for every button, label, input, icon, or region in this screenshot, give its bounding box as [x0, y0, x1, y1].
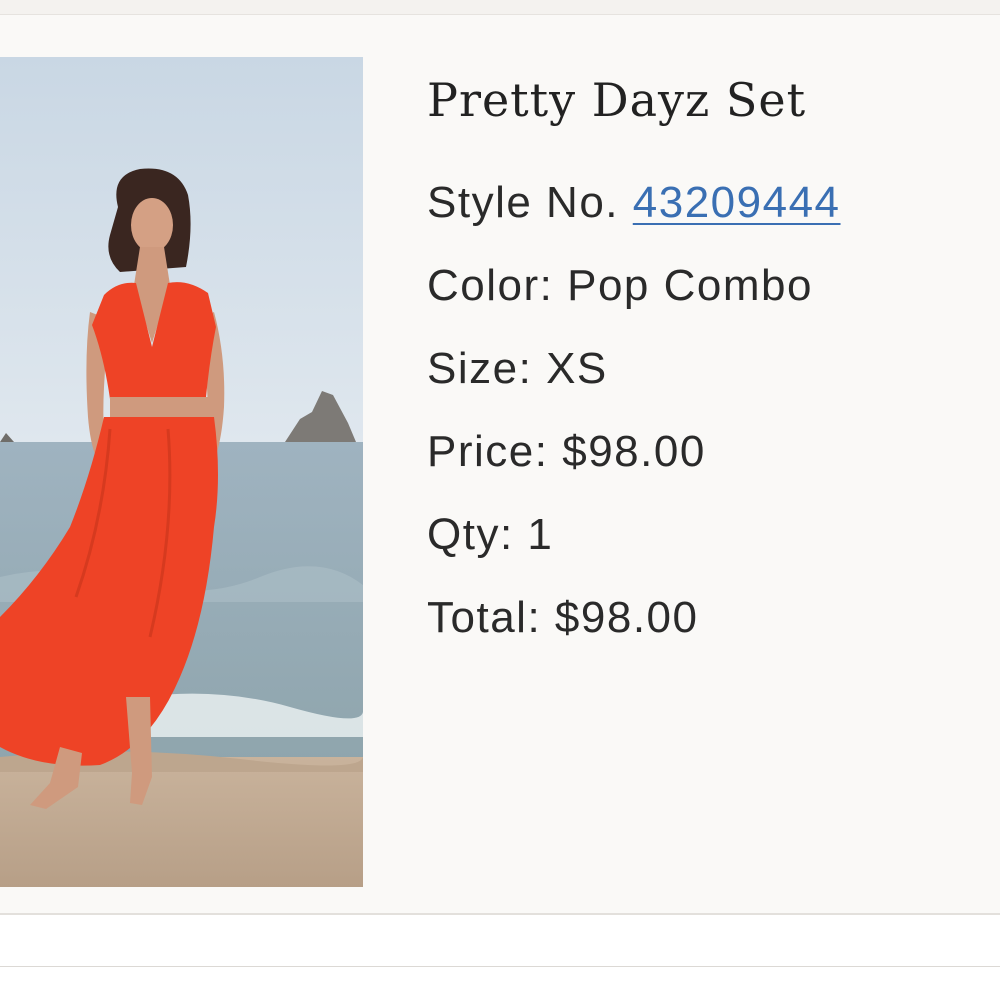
order-item-page: Pretty Dayz Set Style No. 43209444 Color…	[0, 0, 1000, 1000]
total-label: Total:	[427, 592, 542, 642]
color-value: Pop Combo	[567, 260, 813, 310]
size-value: XS	[546, 343, 608, 393]
style-number-row: Style No. 43209444	[427, 178, 987, 261]
total-value: $98.00	[554, 592, 699, 642]
bottom-divider	[0, 966, 1000, 967]
price-value: $98.00	[562, 426, 706, 476]
product-photo-illustration	[0, 57, 363, 887]
size-label: Size:	[427, 343, 533, 393]
total-row: Total: $98.00	[427, 593, 987, 676]
style-number-label: Style No.	[427, 177, 620, 227]
quantity-label: Qty:	[427, 509, 514, 559]
quantity-value: 1	[527, 509, 554, 559]
product-title: Pretty Dayz Set	[427, 73, 807, 127]
top-strip	[0, 0, 1000, 15]
order-item-card: Pretty Dayz Set Style No. 43209444 Color…	[0, 15, 1000, 915]
price-row: Price: $98.00	[427, 427, 987, 510]
quantity-row: Qty: 1	[427, 510, 987, 593]
color-label: Color:	[427, 260, 554, 310]
price-label: Price:	[427, 426, 549, 476]
size-row: Size: XS	[427, 344, 987, 427]
product-details: Pretty Dayz Set Style No. 43209444 Color…	[427, 75, 987, 676]
product-image[interactable]	[0, 57, 363, 887]
style-number-link[interactable]: 43209444	[633, 178, 841, 227]
color-row: Color: Pop Combo	[427, 261, 987, 344]
